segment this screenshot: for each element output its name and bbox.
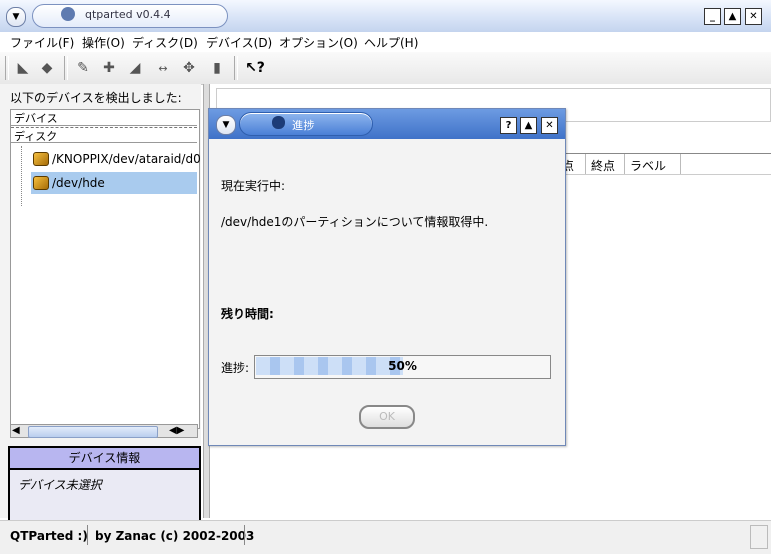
menu-help[interactable]: ヘルプ(H) xyxy=(364,34,418,51)
column-end[interactable]: 終点 xyxy=(591,157,615,174)
status-divider xyxy=(87,525,88,545)
status-app: QTParted :) xyxy=(10,529,88,543)
dialog-maximize-button[interactable]: ▲ xyxy=(520,117,537,134)
scrollbar-thumb[interactable] xyxy=(28,426,158,438)
toolbar-separator xyxy=(64,56,68,80)
window-title: qtparted v0.4.4 xyxy=(85,8,171,21)
trash-icon[interactable]: ▮ xyxy=(208,59,226,77)
toolbar-separator xyxy=(5,56,9,80)
help-button[interactable]: ? xyxy=(500,117,517,134)
tree-line xyxy=(21,146,23,206)
progress-label: 進捗: xyxy=(221,361,250,375)
dialog-titlebar: ▼ 進捗 ? ▲ ✕ xyxy=(209,109,565,139)
redo-icon[interactable]: ◆ xyxy=(38,59,56,77)
hard-disk-icon xyxy=(33,176,49,190)
current-task: /dev/hde1のパーティションについて情報取得中. xyxy=(221,215,489,229)
menu-device[interactable]: デバイス(D) xyxy=(206,34,272,51)
undo-icon[interactable]: ◣ xyxy=(14,59,32,77)
device-item-knoppix[interactable]: /KNOPPIX/dev/ataraid/d0 xyxy=(33,148,201,170)
device-info-value: デバイス未選択 xyxy=(18,478,102,492)
close-button[interactable]: ✕ xyxy=(745,8,762,25)
dialog-title-pill: 進捗 xyxy=(239,112,373,136)
disk-column-header[interactable]: ディスク xyxy=(11,127,197,143)
maximize-button[interactable]: ▲ xyxy=(724,8,741,25)
menu-file[interactable]: ファイル(F) xyxy=(10,34,74,51)
hard-disk-icon xyxy=(33,152,49,166)
window-titlebar: ▼ qtparted v0.4.4 _ ▲ ✕ xyxy=(0,0,771,33)
scroll-right-icon[interactable]: ◀▶ xyxy=(169,425,184,436)
device-panel: 以下のデバイスを検出しました: デバイス ディスク /KNOPPIX/dev/a… xyxy=(0,84,201,522)
detected-label: 以下のデバイスを検出しました: xyxy=(10,91,182,105)
dialog-close-button[interactable]: ✕ xyxy=(541,117,558,134)
status-divider xyxy=(244,525,245,545)
whats-this-icon[interactable]: ↖? xyxy=(245,59,265,77)
create-partition-icon[interactable]: ✚ xyxy=(100,59,118,77)
column-divider xyxy=(585,154,586,174)
progress-text: 50% xyxy=(388,359,417,373)
toolbar: ◣ ◆ ✎ ✚ ◢ ↔ ✥ ▮ ↖? xyxy=(0,52,771,85)
menu-operation[interactable]: 操作(O) xyxy=(82,34,125,51)
column-label[interactable]: ラベル xyxy=(630,157,666,174)
column-divider xyxy=(624,154,625,174)
device-info-box: デバイス情報 デバイス未選択 xyxy=(8,446,201,522)
column-divider xyxy=(680,154,681,174)
ok-button[interactable]: OK xyxy=(359,405,415,429)
menu-options[interactable]: オプション(O) xyxy=(279,34,358,51)
toolbar-separator xyxy=(234,56,238,80)
tree-horizontal-scrollbar[interactable]: ◀ ◀▶ xyxy=(10,424,198,438)
current-label: 現在実行中: xyxy=(221,179,286,193)
window-menu-button[interactable]: ▼ xyxy=(6,7,26,27)
status-credit: by Zanac (c) 2002-2003 xyxy=(95,529,255,543)
app-icon xyxy=(61,7,75,21)
device-info-title: デバイス情報 xyxy=(10,448,199,470)
title-pill: qtparted v0.4.4 xyxy=(32,4,228,28)
size-grip[interactable] xyxy=(750,525,768,549)
menu-disk[interactable]: ディスク(D) xyxy=(132,34,198,51)
device-item-hde[interactable]: /dev/hde xyxy=(31,172,197,194)
scroll-left-icon[interactable]: ◀ xyxy=(12,425,20,436)
dialog-app-icon xyxy=(272,116,285,129)
device-column-header[interactable]: デバイス xyxy=(11,110,197,126)
dialog-menu-button[interactable]: ▼ xyxy=(216,115,236,135)
dialog-title: 進捗 xyxy=(292,119,315,132)
progress-dialog: ▼ 進捗 ? ▲ ✕ 現在実行中: /dev/hde1のパーティションについて情… xyxy=(208,108,566,446)
status-bar: QTParted :) by Zanac (c) 2002-2003 xyxy=(0,520,771,554)
move-icon[interactable]: ✥ xyxy=(180,59,198,77)
minimize-button[interactable]: _ xyxy=(704,8,721,25)
resize-icon[interactable]: ↔ xyxy=(154,59,172,77)
device-tree: デバイス ディスク /KNOPPIX/dev/ataraid/d0 /dev/h… xyxy=(10,109,201,429)
wrench-icon[interactable]: ✎ xyxy=(74,59,92,77)
delete-partition-icon[interactable]: ◢ xyxy=(126,59,144,77)
device-label: /KNOPPIX/dev/ataraid/d0 xyxy=(52,152,201,166)
progress-bar: 50% xyxy=(254,355,551,379)
menu-bar: ファイル(F) 操作(O) ディスク(D) デバイス(D) オプション(O) ヘ… xyxy=(0,32,771,52)
device-label: /dev/hde xyxy=(52,176,105,190)
remaining-label: 残り時間: xyxy=(221,307,274,321)
